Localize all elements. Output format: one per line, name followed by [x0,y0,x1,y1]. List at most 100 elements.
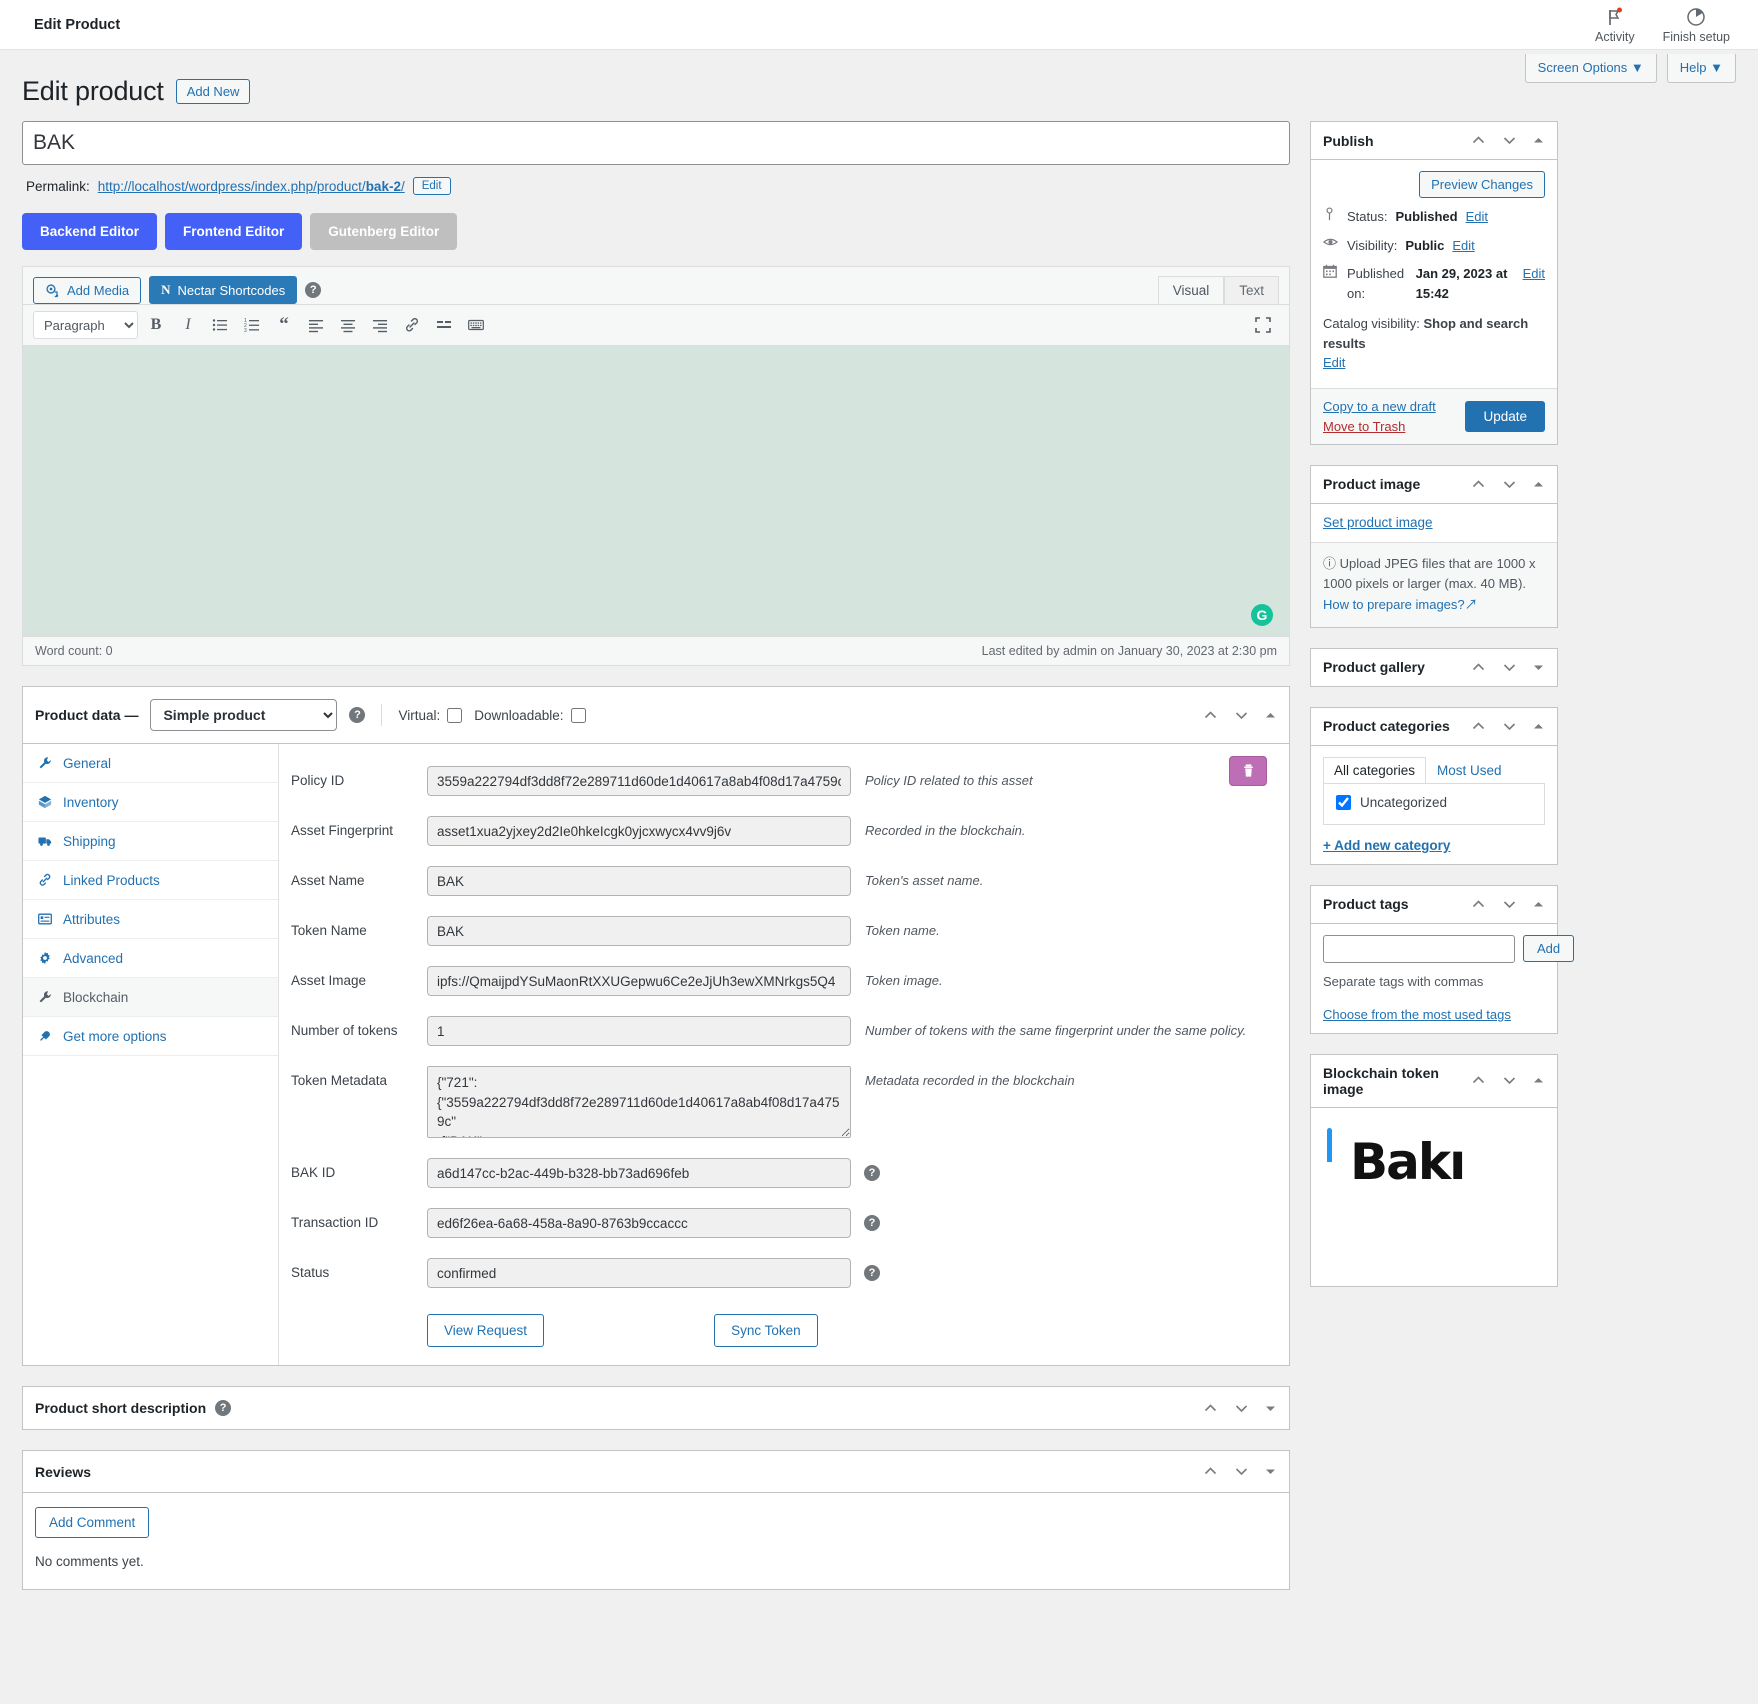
numbered-list-icon[interactable]: 123 [238,311,266,339]
align-right-icon[interactable] [366,311,394,339]
asset-name-input[interactable] [427,866,851,896]
toggle-panel-icon[interactable] [1532,1074,1545,1087]
move-down-icon[interactable] [1233,707,1250,724]
help-icon[interactable]: ? [305,282,322,298]
view-request-button[interactable]: View Request [427,1314,545,1347]
token-metadata-textarea[interactable]: {"721": {"3559a222794df3dd8f72e289711d60… [427,1066,851,1138]
set-product-image-link[interactable]: Set product image [1323,515,1433,530]
copy-to-new-draft-link[interactable]: Copy to a new draft [1323,399,1436,414]
add-media-button[interactable]: Add Media [33,276,142,304]
align-center-icon[interactable] [334,311,362,339]
tab-text[interactable]: Text [1224,276,1279,305]
move-up-icon[interactable] [1470,1072,1487,1089]
link-icon[interactable] [398,311,426,339]
move-to-trash-link[interactable]: Move to Trash [1323,419,1436,434]
screen-options-toggle[interactable]: Screen Options ▼ [1524,54,1657,83]
move-down-icon[interactable] [1501,132,1518,149]
paragraph-format-select[interactable]: Paragraph [33,311,138,339]
gutenberg-editor-button[interactable]: Gutenberg Editor [310,213,458,250]
bold-button[interactable]: B [142,311,170,339]
tab-visual[interactable]: Visual [1157,276,1225,305]
move-up-icon[interactable] [1470,476,1487,493]
move-down-icon[interactable] [1501,476,1518,493]
blockquote-icon[interactable]: “ [270,311,298,339]
sync-token-button[interactable]: Sync Token [714,1314,818,1347]
toggle-panel-icon[interactable] [1532,478,1545,491]
toggle-panel-icon[interactable] [1532,134,1545,147]
help-icon[interactable]: ? [864,1215,880,1231]
toggle-panel-icon[interactable] [1264,1402,1277,1415]
product-tab-general[interactable]: General [23,744,278,783]
move-down-icon[interactable] [1233,1463,1250,1480]
add-new-category-link[interactable]: + Add new category [1323,838,1545,853]
visibility-edit-link[interactable]: Edit [1452,236,1474,256]
move-up-icon[interactable] [1470,659,1487,676]
choose-most-used-tags-link[interactable]: Choose from the most used tags [1323,1007,1545,1022]
tab-most-used[interactable]: Most Used [1426,757,1513,783]
toggle-panel-icon[interactable] [1532,720,1545,733]
bak-id-input[interactable] [427,1158,851,1188]
tab-all-categories[interactable]: All categories [1323,756,1427,783]
fullscreen-icon[interactable] [1249,311,1277,339]
product-title-input[interactable] [22,121,1290,165]
move-down-icon[interactable] [1501,659,1518,676]
product-tab-get-more-options[interactable]: Get more options [23,1017,278,1056]
move-up-icon[interactable] [1202,1400,1219,1417]
prepare-images-link[interactable]: How to prepare images?↗ [1323,597,1478,612]
asset-fingerprint-input[interactable] [427,816,851,846]
preview-changes-button[interactable]: Preview Changes [1419,171,1545,198]
category-item-uncategorized[interactable]: Uncategorized [1336,794,1532,810]
policy-id-input[interactable] [427,766,851,796]
finish-setup-button[interactable]: Finish setup [1663,6,1730,44]
move-up-icon[interactable] [1202,707,1219,724]
keyboard-toggle-icon[interactable] [462,311,490,339]
product-tab-attributes[interactable]: Attributes [23,900,278,939]
italic-button[interactable]: I [174,311,202,339]
move-down-icon[interactable] [1233,1400,1250,1417]
status-edit-link[interactable]: Edit [1466,207,1488,227]
add-comment-button[interactable]: Add Comment [35,1507,150,1538]
product-type-help-icon[interactable]: ? [349,707,366,723]
add-tag-button[interactable]: Add [1523,935,1575,963]
delete-token-button[interactable] [1229,756,1267,786]
permalink-link[interactable]: http://localhost/wordpress/index.php/pro… [98,179,405,194]
add-new-button[interactable]: Add New [175,79,251,104]
transaction-id-input[interactable] [427,1208,851,1238]
virtual-checkbox-group[interactable]: Virtual: [398,707,463,723]
activity-button[interactable]: Activity [1595,6,1635,44]
downloadable-checkbox-group[interactable]: Downloadable: [474,707,586,723]
product-tab-blockchain[interactable]: Blockchain [23,978,278,1017]
help-icon[interactable]: ? [864,1165,880,1181]
catalog-edit-link[interactable]: Edit [1323,355,1345,370]
frontend-editor-button[interactable]: Frontend Editor [165,213,303,250]
move-down-icon[interactable] [1501,718,1518,735]
token-name-input[interactable] [427,916,851,946]
edit-permalink-button[interactable]: Edit [412,177,451,195]
product-tab-linked-products[interactable]: Linked Products [23,861,278,900]
bulleted-list-icon[interactable] [206,311,234,339]
product-tag-input[interactable] [1323,934,1515,963]
editor-canvas[interactable]: G [23,346,1289,636]
number-of-tokens-input[interactable] [427,1016,851,1046]
asset-image-input[interactable] [427,966,851,996]
product-tab-shipping[interactable]: Shipping [23,822,278,861]
grammarly-icon[interactable]: G [1251,604,1273,626]
toggle-panel-icon[interactable] [1532,898,1545,911]
toggle-panel-icon[interactable] [1264,1465,1277,1478]
category-checkbox[interactable] [1336,794,1351,810]
move-up-icon[interactable] [1202,1463,1219,1480]
help-icon[interactable]: ? [215,1400,232,1416]
nectar-shortcodes-button[interactable]: N Nectar Shortcodes [149,276,298,304]
move-up-icon[interactable] [1470,132,1487,149]
status-input[interactable] [427,1258,851,1288]
help-icon[interactable]: ? [864,1265,880,1281]
read-more-icon[interactable] [430,311,458,339]
move-down-icon[interactable] [1501,896,1518,913]
product-type-select[interactable]: Simple product [150,699,338,731]
update-button[interactable]: Update [1465,400,1545,432]
toggle-panel-icon[interactable] [1532,661,1545,674]
virtual-checkbox[interactable] [447,707,463,723]
published-edit-link[interactable]: Edit [1523,264,1545,284]
product-tab-advanced[interactable]: Advanced [23,939,278,978]
product-tab-inventory[interactable]: Inventory [23,783,278,822]
